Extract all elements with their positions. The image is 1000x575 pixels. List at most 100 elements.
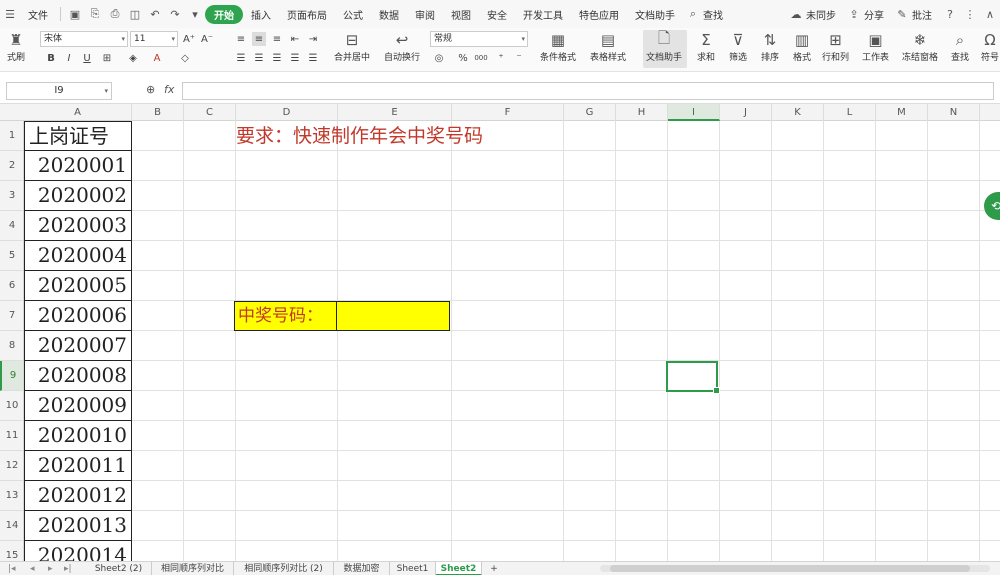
font-color-icon[interactable]: A: [150, 51, 164, 65]
justify-icon[interactable]: ☰: [288, 51, 302, 65]
align-top-icon[interactable]: ≡: [234, 32, 248, 46]
tab-home[interactable]: 开始: [205, 4, 243, 24]
column-a-cell[interactable]: 2020013: [24, 511, 132, 541]
column-header-e[interactable]: E: [338, 104, 452, 121]
row-header-6[interactable]: 6: [0, 271, 23, 301]
column-a-cell[interactable]: 2020004: [24, 241, 132, 271]
doc-helper-button[interactable]: 🗋 文档助手: [646, 29, 682, 64]
row-header-5[interactable]: 5: [0, 241, 23, 271]
sheet-tab[interactable]: Sheet1: [390, 562, 436, 575]
prev-sheet-icon[interactable]: ◂: [30, 562, 35, 575]
undo-icon[interactable]: ↶: [147, 6, 163, 22]
name-box[interactable]: I9 ▾: [6, 82, 112, 100]
column-a-header-cell[interactable]: 上岗证号: [24, 121, 132, 151]
column-a-cell[interactable]: 2020009: [24, 391, 132, 421]
row-header-3[interactable]: 3: [0, 181, 23, 211]
underline-button[interactable]: U: [80, 51, 94, 65]
cell-grid[interactable]: 要求：快速制作年会中奖号码 中奖号码： 上岗证号 2020001 2020002 20…: [24, 121, 1000, 561]
more-options-icon[interactable]: ⋮: [962, 6, 978, 22]
column-header-m[interactable]: M: [876, 104, 928, 121]
export-icon[interactable]: ⎘: [87, 6, 103, 22]
percent-button[interactable]: %: [456, 51, 470, 65]
italic-button[interactable]: I: [62, 51, 76, 65]
align-center-icon[interactable]: ☰: [252, 51, 266, 65]
scrollbar-thumb[interactable]: [610, 565, 970, 572]
merge-center-button[interactable]: ⊟ 合并居中: [334, 30, 370, 63]
font-name-select[interactable]: 宋体 ▾: [40, 31, 128, 47]
fill-color-icon[interactable]: ◈: [126, 51, 140, 65]
prize-value-cell[interactable]: [336, 301, 450, 331]
column-header-c[interactable]: C: [184, 104, 236, 121]
next-sheet-icon[interactable]: ▸: [48, 562, 53, 575]
column-header-h[interactable]: H: [616, 104, 668, 121]
indent-increase-icon[interactable]: ⇥: [306, 32, 320, 46]
help-icon[interactable]: ?: [942, 6, 958, 22]
tab-security[interactable]: 安全: [479, 7, 515, 22]
indent-decrease-icon[interactable]: ⇤: [288, 32, 302, 46]
first-sheet-icon[interactable]: |◂: [8, 562, 16, 575]
font-grow-icon[interactable]: A⁺: [182, 32, 196, 46]
tab-developer[interactable]: 开发工具: [515, 7, 571, 22]
row-header-1[interactable]: 1: [0, 121, 23, 151]
align-bottom-icon[interactable]: ≡: [270, 32, 284, 46]
distribute-icon[interactable]: ☰: [306, 51, 320, 65]
column-a-cell[interactable]: 2020002: [24, 181, 132, 211]
last-sheet-icon[interactable]: ▸|: [64, 562, 72, 575]
row-header-9[interactable]: 9: [0, 361, 23, 391]
column-header-i[interactable]: I: [668, 104, 720, 121]
tab-view[interactable]: 视图: [443, 7, 479, 22]
column-a-cell[interactable]: 2020005: [24, 271, 132, 301]
collapse-icon[interactable]: ∧: [982, 6, 998, 22]
row-col-button[interactable]: ⊞ 行和列: [822, 30, 849, 63]
format-button[interactable]: ▥ 格式: [792, 30, 812, 63]
formula-input[interactable]: [182, 82, 994, 100]
font-size-select[interactable]: 11 ▾: [130, 31, 178, 47]
column-header-d[interactable]: D: [236, 104, 338, 121]
sheet-tab[interactable]: 相同顺序列对比: [152, 562, 234, 575]
column-a-cell[interactable]: 2020014: [24, 541, 132, 561]
bold-button[interactable]: B: [44, 51, 58, 65]
row-header-12[interactable]: 12: [0, 451, 23, 481]
sheet-tab[interactable]: Sheet2: [436, 562, 482, 575]
search-icon[interactable]: ⌕: [685, 6, 701, 22]
decimal-increase-icon[interactable]: ⁺: [494, 51, 508, 65]
file-menu[interactable]: 文件: [20, 7, 56, 22]
column-a-cell[interactable]: 2020008: [24, 361, 132, 391]
search-button[interactable]: 查找: [703, 7, 731, 22]
row-header-15[interactable]: 15: [0, 541, 23, 561]
sheet-tab[interactable]: 相同顺序列对比 (2): [234, 562, 334, 575]
tab-data[interactable]: 数据: [371, 7, 407, 22]
column-header-l[interactable]: L: [824, 104, 876, 121]
row-header-7[interactable]: 7: [0, 301, 23, 331]
column-a-cell[interactable]: 2020011: [24, 451, 132, 481]
row-header-14[interactable]: 14: [0, 511, 23, 541]
tab-page-layout[interactable]: 页面布局: [279, 7, 335, 22]
row-header-2[interactable]: 2: [0, 151, 23, 181]
column-a-cell[interactable]: 2020007: [24, 331, 132, 361]
preview-icon[interactable]: ◫: [127, 6, 143, 22]
symbol-button[interactable]: Ω 符号: [980, 30, 1000, 63]
menu-icon[interactable]: ☰: [2, 6, 18, 22]
row-header-10[interactable]: 10: [0, 391, 23, 421]
zoom-icon[interactable]: ⊕: [146, 83, 155, 96]
selected-cell-i9[interactable]: [666, 361, 720, 394]
clear-format-icon[interactable]: ◇: [178, 51, 192, 65]
freeze-button[interactable]: ❄ 冻结窗格: [902, 30, 938, 63]
save-icon[interactable]: ▣: [67, 6, 83, 22]
requirement-text[interactable]: 要求：快速制作年会中奖号码: [236, 121, 483, 151]
fx-icon[interactable]: fx: [164, 83, 174, 96]
horizontal-scrollbar[interactable]: [600, 565, 990, 572]
column-header-j[interactable]: J: [720, 104, 772, 121]
column-a-cell[interactable]: 2020012: [24, 481, 132, 511]
column-a-cell[interactable]: 2020010: [24, 421, 132, 451]
conditional-format-button[interactable]: ▦ 条件格式: [540, 30, 576, 63]
sort-button[interactable]: ⇅ 排序: [760, 30, 780, 63]
column-a-cell[interactable]: 2020003: [24, 211, 132, 241]
number-format-select[interactable]: 常规 ▾: [430, 31, 528, 47]
redo-icon[interactable]: ↷: [167, 6, 183, 22]
align-right-icon[interactable]: ☰: [270, 51, 284, 65]
find-button[interactable]: ⌕ 查找: [950, 30, 970, 63]
currency-icon[interactable]: ◎: [432, 51, 446, 65]
tab-doc-helper[interactable]: 文档助手: [627, 7, 683, 22]
tab-insert[interactable]: 插入: [243, 7, 279, 22]
